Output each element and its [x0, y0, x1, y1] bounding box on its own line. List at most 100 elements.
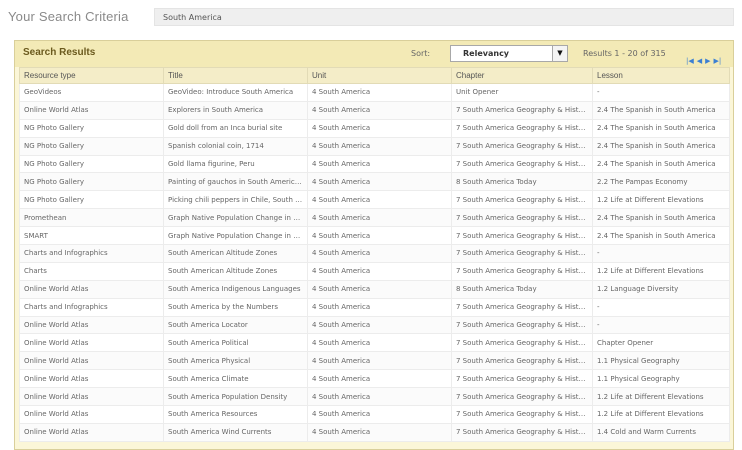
- resource-type-cell: GeoVideos: [19, 83, 164, 102]
- title-cell[interactable]: South American Altitude Zones: [163, 261, 308, 281]
- lesson-cell: 2.4 The Spanish in South America: [592, 208, 730, 228]
- chapter-cell: 7 South America Geography & History: [451, 422, 593, 442]
- resource-type-cell: Online World Atlas: [19, 351, 164, 371]
- chapter-cell: 7 South America Geography & History: [451, 100, 593, 120]
- title-cell[interactable]: South America Locator: [163, 315, 308, 335]
- lesson-cell: 2.4 The Spanish in South America: [592, 154, 730, 174]
- title-cell[interactable]: Graph Native Population Change in Peru: [163, 226, 308, 246]
- resource-type-cell: NG Photo Gallery: [19, 136, 164, 156]
- title-cell[interactable]: Picking chili peppers in Chile, South A.…: [163, 190, 308, 210]
- chapter-cell: 7 South America Geography & History: [451, 190, 593, 210]
- table-row[interactable]: NG Photo Gallery Painting of gauchos in S…: [19, 172, 730, 192]
- column-header-lesson[interactable]: Lesson: [592, 67, 730, 84]
- next-page-icon[interactable]: ▶: [705, 56, 710, 66]
- title-cell[interactable]: Spanish colonial coin, 1714: [163, 136, 308, 156]
- title-cell[interactable]: South America Political: [163, 333, 308, 353]
- table-row[interactable]: Charts South American Altitude Zones 4 Sou…: [19, 261, 730, 281]
- search-criteria-bar: Your Search Criteria South America: [0, 0, 742, 36]
- resource-type-cell: Online World Atlas: [19, 315, 164, 335]
- table-row[interactable]: Online World Atlas South America Politica…: [19, 333, 730, 353]
- lesson-cell: 2.4 The Spanish in South America: [592, 226, 730, 246]
- lesson-cell: 1.1 Physical Geography: [592, 351, 730, 371]
- resource-type-cell: Charts: [19, 261, 164, 281]
- table-row[interactable]: NG Photo Gallery Spanish colonial coin, 1…: [19, 136, 730, 156]
- title-cell[interactable]: South America Wind Currents: [163, 422, 308, 442]
- chapter-cell: 7 South America Geography & History: [451, 405, 593, 424]
- unit-cell: 4 South America: [307, 118, 452, 138]
- title-cell[interactable]: South American Altitude Zones: [163, 244, 308, 263]
- unit-cell: 4 South America: [307, 100, 452, 120]
- title-cell[interactable]: GeoVideo: Introduce South America: [163, 83, 308, 102]
- lesson-cell: 1.2 Language Diversity: [592, 279, 730, 299]
- title-cell[interactable]: Gold doll from an Inca burial site: [163, 118, 308, 138]
- unit-cell: 4 South America: [307, 333, 452, 353]
- table-row[interactable]: Online World Atlas South America Wind Cur…: [19, 422, 730, 442]
- chapter-cell: Unit Opener: [451, 83, 593, 102]
- lesson-cell: -: [592, 315, 730, 335]
- title-cell[interactable]: Explorers in South America: [163, 100, 308, 120]
- table-row[interactable]: Online World Atlas South America Physical…: [19, 351, 730, 371]
- lesson-cell: 2.4 The Spanish in South America: [592, 136, 730, 156]
- unit-cell: 4 South America: [307, 244, 452, 263]
- last-page-icon[interactable]: ▶|: [714, 56, 722, 66]
- column-header-unit[interactable]: Unit: [307, 67, 452, 84]
- table-row[interactable]: NG Photo Gallery Picking chili peppers in…: [19, 190, 730, 210]
- chapter-cell: 7 South America Geography & History: [451, 297, 593, 317]
- unit-cell: 4 South America: [307, 154, 452, 174]
- title-cell[interactable]: South America Population Density: [163, 387, 308, 407]
- table-row[interactable]: Promethean Graph Native Population Change…: [19, 208, 730, 228]
- table-row[interactable]: Online World Atlas South America Resource…: [19, 405, 730, 424]
- unit-cell: 4 South America: [307, 405, 452, 424]
- title-cell[interactable]: South America Climate: [163, 369, 308, 389]
- table-row[interactable]: Online World Atlas Explorers in South Ame…: [19, 100, 730, 120]
- table-row[interactable]: Online World Atlas South America Populati…: [19, 387, 730, 407]
- table-row[interactable]: NG Photo Gallery Gold doll from an Inca b…: [19, 118, 730, 138]
- unit-cell: 4 South America: [307, 369, 452, 389]
- search-results-title: Search Results: [23, 47, 96, 58]
- lesson-cell: 1.1 Physical Geography: [592, 369, 730, 389]
- table-row[interactable]: Online World Atlas South America Climate 4…: [19, 369, 730, 389]
- prev-page-icon[interactable]: ◀: [697, 56, 702, 66]
- column-header-chapter[interactable]: Chapter: [451, 67, 593, 84]
- chapter-cell: 8 South America Today: [451, 279, 593, 299]
- unit-cell: 4 South America: [307, 261, 452, 281]
- chevron-down-icon[interactable]: ▼: [552, 46, 567, 61]
- title-cell[interactable]: Graph Native Population Change in Peru: [163, 208, 308, 228]
- results-table-body: GeoVideos GeoVideo: Introduce South Ameri…: [19, 83, 730, 442]
- resource-type-cell: Online World Atlas: [19, 100, 164, 120]
- lesson-cell: Chapter Opener: [592, 333, 730, 353]
- lesson-cell: 1.2 Life at Different Elevations: [592, 405, 730, 424]
- table-row[interactable]: SMART Graph Native Population Change in P…: [19, 226, 730, 246]
- sort-select-value: Relevancy: [463, 49, 510, 58]
- title-cell[interactable]: South America Physical: [163, 351, 308, 371]
- resource-type-cell: Charts and Infographics: [19, 297, 164, 317]
- table-row[interactable]: GeoVideos GeoVideo: Introduce South Ameri…: [19, 83, 730, 102]
- table-row[interactable]: Charts and Infographics South American Al…: [19, 244, 730, 263]
- table-row[interactable]: Online World Atlas South America Indigeno…: [19, 279, 730, 299]
- results-table-header-row: Resource type Title Unit Chapter Lesson: [19, 67, 730, 84]
- unit-cell: 4 South America: [307, 387, 452, 407]
- title-cell[interactable]: South America Indigenous Languages: [163, 279, 308, 299]
- unit-cell: 4 South America: [307, 315, 452, 335]
- table-row[interactable]: NG Photo Gallery Gold llama figurine, Per…: [19, 154, 730, 174]
- first-page-icon[interactable]: |◀: [686, 56, 694, 66]
- title-cell[interactable]: South America Resources: [163, 405, 308, 424]
- resource-type-cell: Online World Atlas: [19, 422, 164, 442]
- column-header-title[interactable]: Title: [163, 67, 308, 84]
- lesson-cell: 1.4 Cold and Warm Currents: [592, 422, 730, 442]
- lesson-cell: 1.2 Life at Different Elevations: [592, 190, 730, 210]
- resource-type-cell: Online World Atlas: [19, 405, 164, 424]
- sort-select[interactable]: Relevancy ▼: [450, 45, 568, 62]
- lesson-cell: 1.2 Life at Different Elevations: [592, 387, 730, 407]
- title-cell[interactable]: Gold llama figurine, Peru: [163, 154, 308, 174]
- table-row[interactable]: Charts and Infographics South America by …: [19, 297, 730, 317]
- column-header-resource-type[interactable]: Resource type: [19, 67, 164, 84]
- unit-cell: 4 South America: [307, 172, 452, 192]
- search-criteria-field[interactable]: South America: [154, 8, 734, 26]
- title-cell[interactable]: South America by the Numbers: [163, 297, 308, 317]
- unit-cell: 4 South America: [307, 297, 452, 317]
- table-row[interactable]: Online World Atlas South America Locator 4…: [19, 315, 730, 335]
- chapter-cell: 7 South America Geography & History: [451, 351, 593, 371]
- resource-type-cell: NG Photo Gallery: [19, 190, 164, 210]
- title-cell[interactable]: Painting of gauchos in South America, ..…: [163, 172, 308, 192]
